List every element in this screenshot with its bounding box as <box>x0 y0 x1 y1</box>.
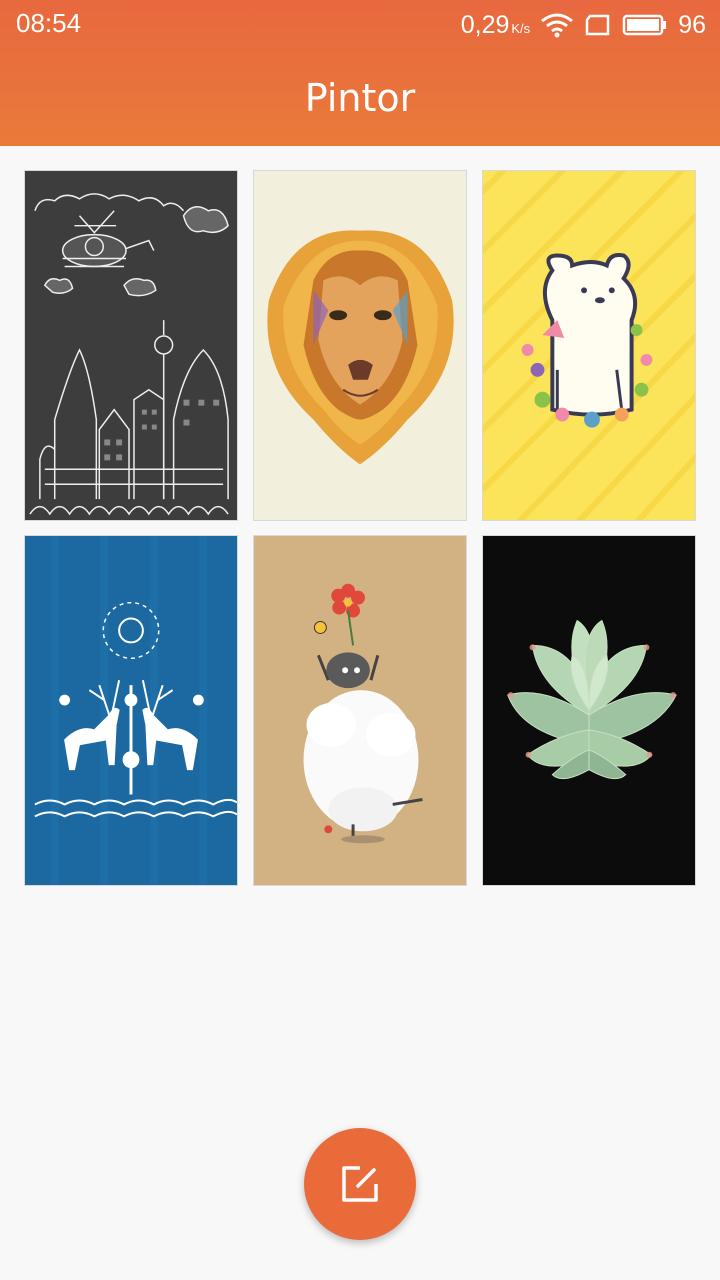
gallery-item-polar-bear[interactable] <box>482 170 696 521</box>
gallery-item-doodle-city[interactable] <box>24 170 238 521</box>
page-title: Pintor <box>304 76 416 120</box>
wifi-icon <box>541 13 574 38</box>
create-drawing-button[interactable] <box>304 1128 416 1240</box>
gallery-item-sheep-flower[interactable] <box>253 535 467 886</box>
edit-icon <box>342 1166 378 1202</box>
status-bar: 08:54 0,29 K/s 96 <box>0 0 720 50</box>
sim-icon <box>585 14 610 36</box>
app-header: 08:54 0,29 K/s 96 Pintor <box>0 0 720 146</box>
network-speed: 0,29 K/s <box>460 10 531 39</box>
battery-icon <box>622 14 667 36</box>
doodle-city-image <box>25 171 237 520</box>
polar-bear-image <box>483 171 695 520</box>
gallery-item-folk-deer[interactable] <box>24 535 238 886</box>
battery-level: 96 <box>678 10 706 39</box>
succulent-image <box>483 536 695 885</box>
status-indicators: 0,29 K/s 96 <box>461 8 706 42</box>
sheep-flower-image <box>254 536 466 885</box>
colorful-lion-image <box>254 171 466 520</box>
network-speed-unit: K/s <box>511 20 531 36</box>
status-time: 08:54 <box>16 8 82 38</box>
gallery-item-succulent[interactable] <box>482 535 696 886</box>
folk-deer-image <box>25 536 237 885</box>
gallery-item-colorful-lion[interactable] <box>253 170 467 521</box>
